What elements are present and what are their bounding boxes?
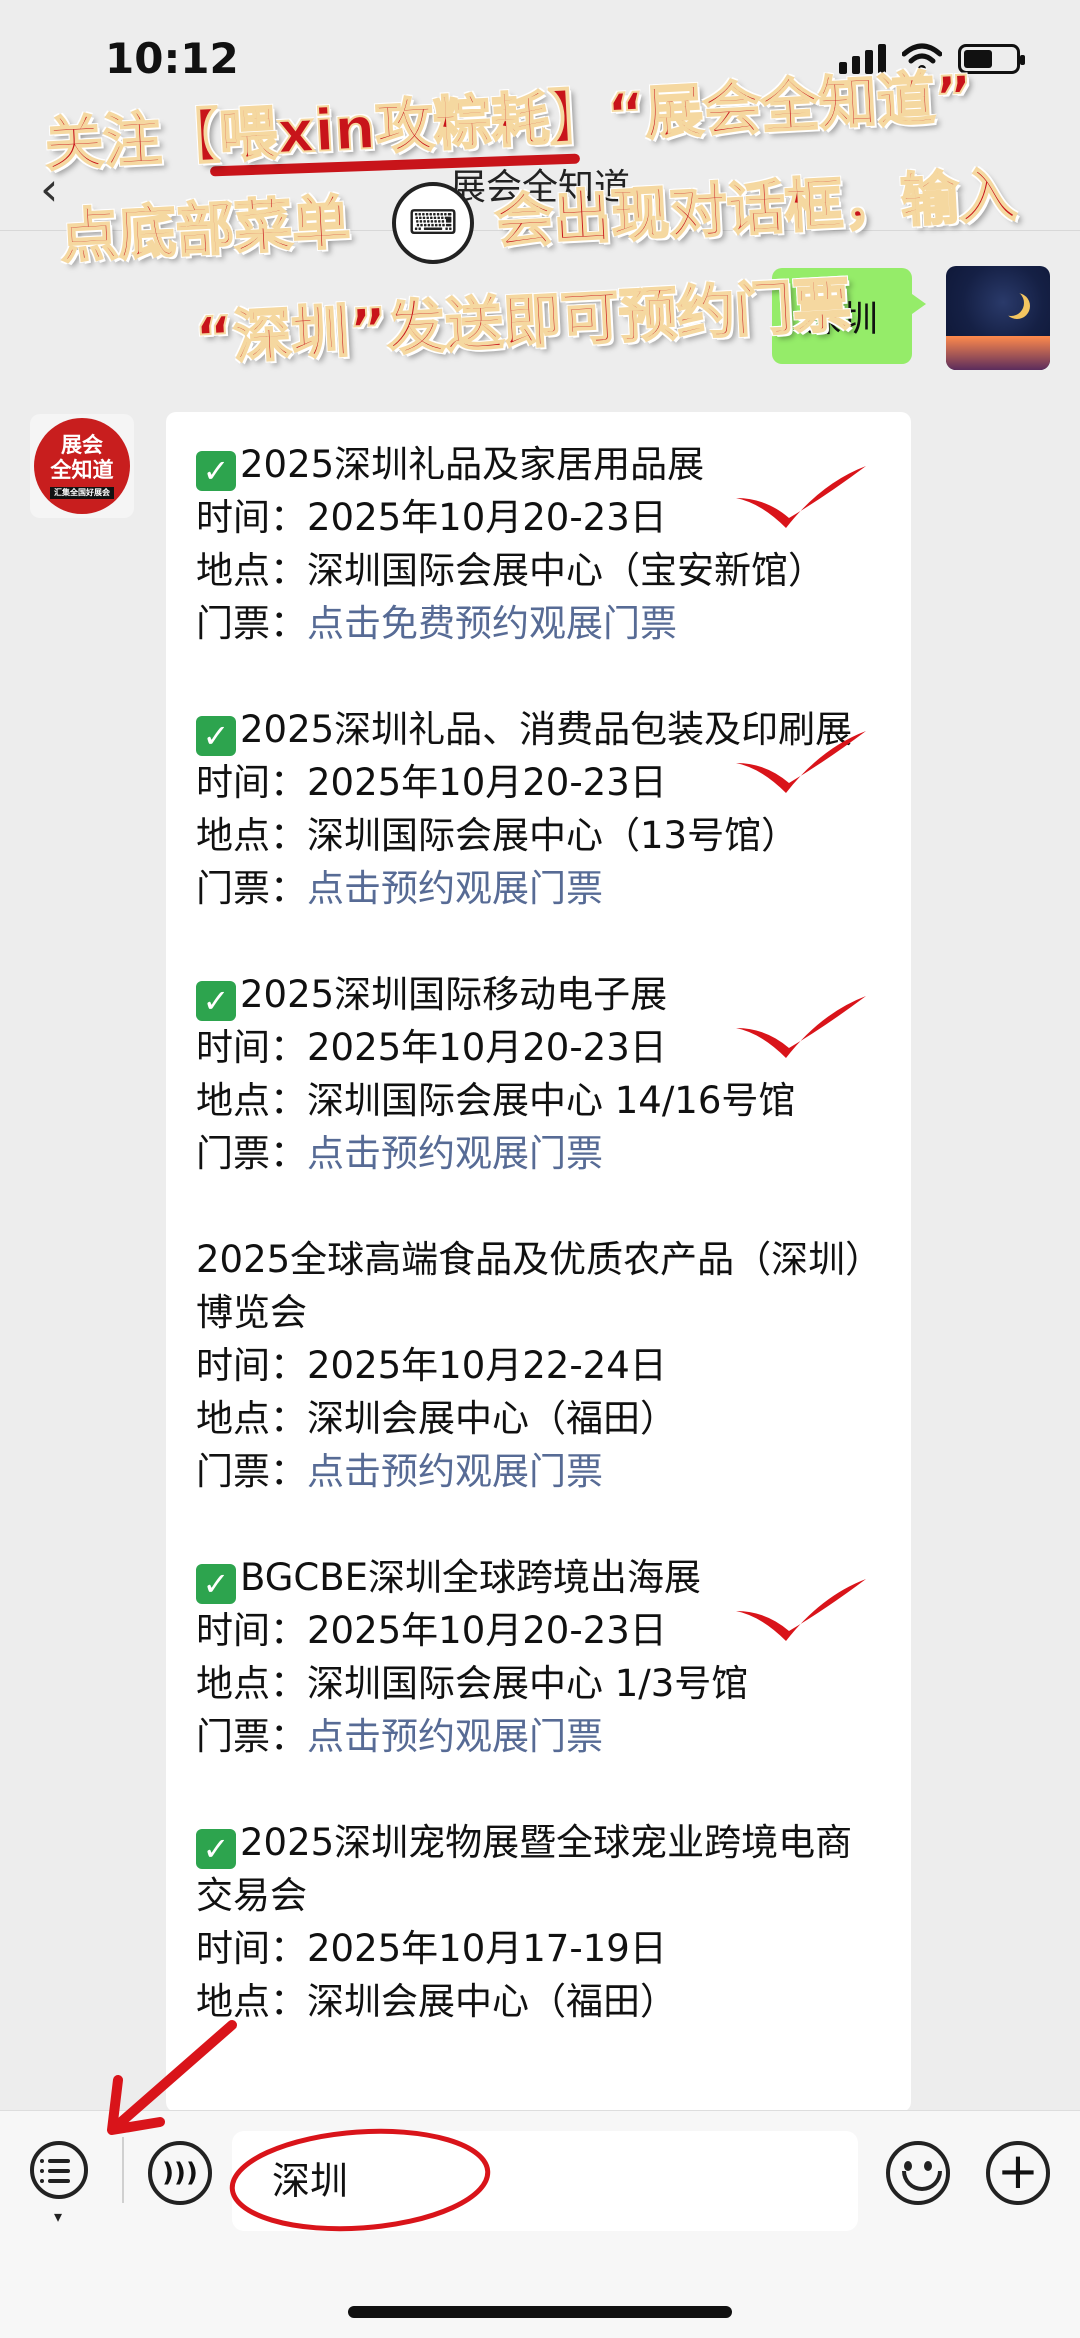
input-bar: ▾ ))) 深圳 + [0,2110,1080,2338]
expo-item: ✓ 2025深圳礼品及家居用品展 时间：2025年10月20-23日 地点：深圳国际会… [196,438,881,650]
expo-place: 地点：深圳国际会展中心（13号馆） [196,814,799,857]
ticket-label: 门票： [196,867,307,910]
red-checkmark-annotation [736,466,866,528]
expo-title-text: BGCBE深圳全球跨境出海展 [240,1556,701,1599]
expo-ticket: 门票：点击预约观展门票 [196,1127,881,1180]
plus-icon[interactable]: + [986,2141,1050,2205]
divider [122,2137,124,2203]
user-avatar[interactable] [946,266,1050,370]
ticket-label: 门票： [196,602,307,645]
bot-avatar-line2: 全知道 [50,458,114,482]
signal-icon [839,44,886,74]
red-checkmark-annotation [736,731,866,793]
ticket-label: 门票： [196,1450,307,1493]
home-indicator [348,2306,732,2318]
ticket-link[interactable]: 点击预约观展门票 [307,1132,603,1175]
expo-item: ✓ 2025深圳礼品、消费品包装及印刷展 时间：2025年10月20-23日 地点：深… [196,703,881,915]
expo-time: 时间：2025年10月22-24日 [196,1344,667,1387]
ticket-link[interactable]: 点击预约观展门票 [307,1715,603,1758]
menu-caret-icon: ▾ [54,2207,63,2226]
expo-list: ✓ 2025深圳礼品及家居用品展 时间：2025年10月20-23日 地点：深圳国际会… [196,438,881,2028]
expo-item: ✓ BGCBE深圳全球跨境出海展 时间：2025年10月20-23日 地点：深圳国际会… [196,1551,881,1763]
expo-place: 地点：深圳国际会展中心 1/3号馆 [196,1662,749,1705]
expo-item: ✓ 2025深圳宠物展暨全球宠业跨境电商交易会时间：2025年10月17-19日地… [196,1816,881,2028]
ticket-link[interactable]: 点击预约观展门票 [307,1450,603,1493]
reply-message-bubble[interactable]: ✓ 2025深圳礼品及家居用品展 时间：2025年10月20-23日 地点：深圳国际会… [166,412,911,2112]
expo-ticket: 门票：点击预约观展门票 [196,862,881,915]
expo-place: 地点：深圳国际会展中心（宝安新馆） [196,549,825,592]
battery-icon [958,44,1025,74]
expo-ticket: 门票：点击预约观展门票 [196,1710,881,1763]
expo-title-text: 2025深圳礼品及家居用品展 [240,443,705,486]
expo-ticket: 门票：点击免费预约观展门票 [196,597,881,650]
bot-avatar-line1: 展会 [61,433,103,457]
ticket-label: 门票： [196,1132,307,1175]
expo-place: 地点：深圳会展中心（福田） [196,1397,677,1440]
check-mark-icon: ✓ [196,451,236,491]
message-input[interactable]: 深圳 [232,2131,858,2231]
emoji-icon[interactable] [886,2141,950,2205]
expo-title: 2025全球高端食品及优质农产品（深圳）博览会 [196,1233,881,1339]
expo-time: 时间：2025年10月17-19日 [196,1927,667,1970]
expo-place: 地点：深圳国际会展中心 14/16号馆 [196,1079,796,1122]
check-mark-icon: ✓ [196,1564,236,1604]
check-mark-icon: ✓ [196,1829,236,1869]
bot-avatar-tagline: 汇集全国好展会 [50,487,114,499]
check-mark-icon: ✓ [196,716,236,756]
voice-icon[interactable]: ))) [148,2141,212,2205]
expo-item: ✓ 2025深圳国际移动电子展 时间：2025年10月20-23日 地点：深圳国际会展… [196,968,881,1180]
sent-message-bubble[interactable]: 深圳 [771,268,927,364]
red-checkmark-annotation [736,996,866,1058]
ticket-link[interactable]: 点击预约观展门票 [307,867,603,910]
expo-title-text: 2025深圳国际移动电子展 [240,973,668,1016]
expo-title-text: 2025全球高端食品及优质农产品（深圳）博览会 [196,1238,864,1334]
wifi-icon [902,43,942,73]
expo-title: ✓ 2025深圳宠物展暨全球宠业跨境电商交易会 [196,1816,881,1922]
chat-title: 展会全知道 [449,167,630,208]
expo-ticket: 门票：点击预约观展门票 [196,1445,881,1498]
ticket-label: 门票： [196,1715,307,1758]
status-icons [839,42,1025,74]
status-time: 10:12 [105,34,239,83]
bot-avatar[interactable]: 展会 全知道 汇集全国好展会 [30,414,134,518]
overlay-line-3: “深圳”发送即可预约门票 [192,270,853,374]
expo-title-text: 2025深圳宠物展暨全球宠业跨境电商交易会 [196,1821,853,1917]
status-bar: 10:12 [0,0,1080,120]
ticket-link[interactable]: 点击免费预约观展门票 [307,602,677,645]
red-checkmark-annotation [736,1579,866,1641]
check-mark-icon: ✓ [196,981,236,1021]
menu-list-icon[interactable] [30,2141,88,2199]
expo-place: 地点：深圳会展中心（福田） [196,1980,677,2023]
chat-header: ‹ 展会全知道 [0,120,1080,231]
expo-item: 2025全球高端食品及优质农产品（深圳）博览会时间：2025年10月22-24日… [196,1233,881,1498]
